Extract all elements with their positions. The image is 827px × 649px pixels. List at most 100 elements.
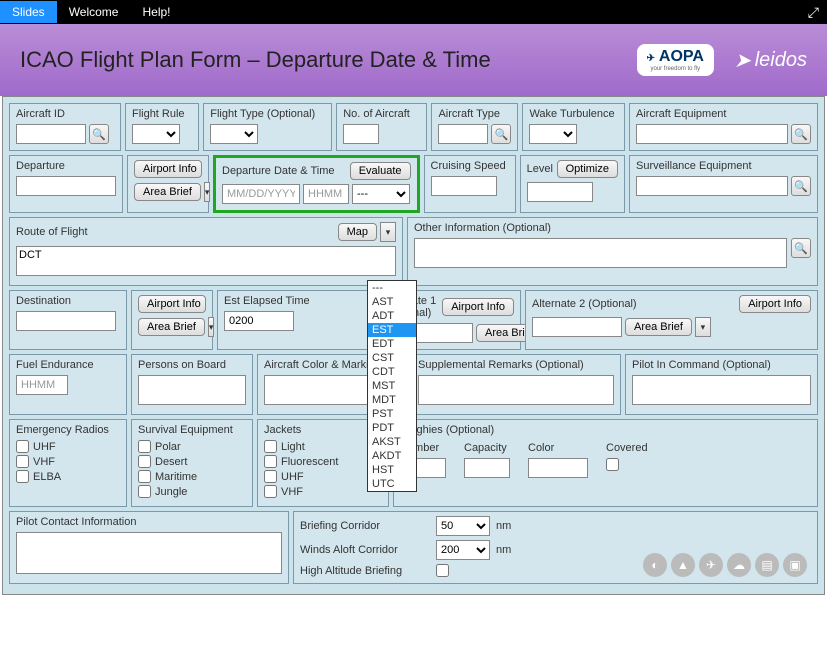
route-label: Route of Flight [16, 226, 88, 238]
route-input[interactable]: DCT [16, 246, 396, 276]
area-brief-dropdown-icon[interactable]: ▾ [204, 182, 211, 202]
aircraft-id-label: Aircraft ID [16, 108, 114, 120]
nm-label-2: nm [496, 544, 511, 556]
tab-welcome[interactable]: Welcome [57, 1, 131, 23]
wake-select[interactable] [529, 124, 577, 144]
tz-option[interactable]: PDT [368, 421, 416, 435]
nm-label-1: nm [496, 520, 511, 532]
tz-option[interactable]: CDT [368, 365, 416, 379]
aircraft-id-input[interactable] [16, 124, 86, 144]
fluor-checkbox[interactable] [264, 455, 277, 468]
tz-option[interactable]: PST [368, 407, 416, 421]
tz-option[interactable]: MST [368, 379, 416, 393]
departure-label: Departure [16, 160, 116, 172]
uhf-checkbox[interactable] [16, 440, 29, 453]
level-label: Level [527, 163, 553, 175]
covered-checkbox[interactable] [606, 458, 619, 471]
jungle-checkbox[interactable] [138, 485, 151, 498]
color-input[interactable] [264, 375, 377, 405]
alt2-airport-info-button[interactable]: Airport Info [739, 295, 811, 313]
winds-select[interactable]: 200 [436, 540, 490, 560]
polar-checkbox[interactable] [138, 440, 151, 453]
expand-icon[interactable]: ⤢ [808, 4, 819, 21]
depart-time-input[interactable] [303, 184, 349, 204]
bottom-icon-row: ◐ ▲ ✈ ☁ ▤ ▣ [643, 553, 807, 577]
tool-icon-2[interactable]: ▲ [671, 553, 695, 577]
high-alt-checkbox[interactable] [436, 564, 449, 577]
map-dropdown-icon[interactable]: ▾ [380, 222, 396, 242]
aircraft-type-search-icon[interactable]: 🔍 [491, 124, 511, 144]
equipment-search-icon[interactable]: 🔍 [791, 124, 811, 144]
tz-option[interactable]: AKDT [368, 449, 416, 463]
form-area: Aircraft ID 🔍 Flight Rule Flight Type (O… [2, 96, 825, 595]
polar-label: Polar [155, 441, 181, 453]
tz-option[interactable]: CST [368, 351, 416, 365]
tool-icon-5[interactable]: ▤ [755, 553, 779, 577]
tz-option[interactable]: --- [368, 281, 416, 295]
evaluate-button[interactable]: Evaluate [350, 162, 411, 180]
j-uhf-checkbox[interactable] [264, 470, 277, 483]
alt2-input[interactable] [532, 317, 622, 337]
tool-icon-3[interactable]: ✈ [699, 553, 723, 577]
tz-option[interactable]: MDT [368, 393, 416, 407]
depart-dt-label: Departure Date & Time [222, 165, 335, 177]
tool-icon-6[interactable]: ▣ [783, 553, 807, 577]
elba-checkbox[interactable] [16, 470, 29, 483]
depart-date-input[interactable] [222, 184, 300, 204]
tz-option[interactable]: AST [368, 295, 416, 309]
airport-info-button[interactable]: Airport Info [134, 160, 202, 178]
tz-option[interactable]: AKST [368, 435, 416, 449]
tz-option[interactable]: EDT [368, 337, 416, 351]
area-brief-button[interactable]: Area Brief [134, 183, 201, 201]
dinghies-label: Dinghies (Optional) [400, 424, 811, 436]
alt2-area-brief-button[interactable]: Area Brief [625, 318, 692, 336]
d-color-input[interactable] [528, 458, 588, 478]
no-aircraft-input[interactable] [343, 124, 379, 144]
maritime-checkbox[interactable] [138, 470, 151, 483]
alt1-airport-info-button[interactable]: Airport Info [442, 298, 514, 316]
remarks-input[interactable] [418, 375, 614, 405]
jungle-label: Jungle [155, 486, 187, 498]
cruising-input[interactable] [431, 176, 497, 196]
timezone-dropdown[interactable]: ---ASTADTESTEDTCSTCDTMSTMDTPSTPDTAKSTAKD… [367, 280, 417, 492]
light-checkbox[interactable] [264, 440, 277, 453]
pilot-contact-input[interactable] [16, 532, 282, 574]
flight-rule-select[interactable] [132, 124, 180, 144]
tool-icon-1[interactable]: ◐ [643, 553, 667, 577]
persons-input[interactable] [138, 375, 246, 405]
capacity-input[interactable] [464, 458, 510, 478]
aircraft-id-search-icon[interactable]: 🔍 [89, 124, 109, 144]
tz-option[interactable]: EST [368, 323, 416, 337]
flight-type-select[interactable] [210, 124, 258, 144]
depart-tz-select[interactable]: --- [352, 184, 410, 204]
brief-corridor-select[interactable]: 50 [436, 516, 490, 536]
tool-icon-4[interactable]: ☁ [727, 553, 751, 577]
desert-checkbox[interactable] [138, 455, 151, 468]
surveillance-search-icon[interactable]: 🔍 [791, 176, 811, 196]
alt2-area-brief-dropdown-icon[interactable]: ▾ [695, 317, 711, 337]
j-vhf-checkbox[interactable] [264, 485, 277, 498]
dest-area-brief-button[interactable]: Area Brief [138, 318, 205, 336]
other-info-search-icon[interactable]: 🔍 [791, 238, 811, 258]
tab-help[interactable]: Help! [130, 1, 182, 23]
pilot-cmd-input[interactable] [632, 375, 811, 405]
destination-input[interactable] [16, 311, 116, 331]
equipment-label: Aircraft Equipment [636, 108, 811, 120]
tz-option[interactable]: HST [368, 463, 416, 477]
fuel-input[interactable] [16, 375, 68, 395]
optimize-button[interactable]: Optimize [557, 160, 618, 178]
tab-slides[interactable]: Slides [0, 1, 57, 23]
equipment-input[interactable] [636, 124, 788, 144]
dest-area-brief-dropdown-icon[interactable]: ▾ [208, 317, 215, 337]
level-input[interactable] [527, 182, 593, 202]
tz-option[interactable]: UTC [368, 477, 416, 491]
tz-option[interactable]: ADT [368, 309, 416, 323]
map-button[interactable]: Map [338, 223, 377, 241]
aircraft-type-input[interactable] [438, 124, 488, 144]
other-info-input[interactable] [414, 238, 787, 268]
surveillance-input[interactable] [636, 176, 788, 196]
elapsed-input[interactable] [224, 311, 294, 331]
dest-airport-info-button[interactable]: Airport Info [138, 295, 206, 313]
departure-input[interactable] [16, 176, 116, 196]
vhf-checkbox[interactable] [16, 455, 29, 468]
